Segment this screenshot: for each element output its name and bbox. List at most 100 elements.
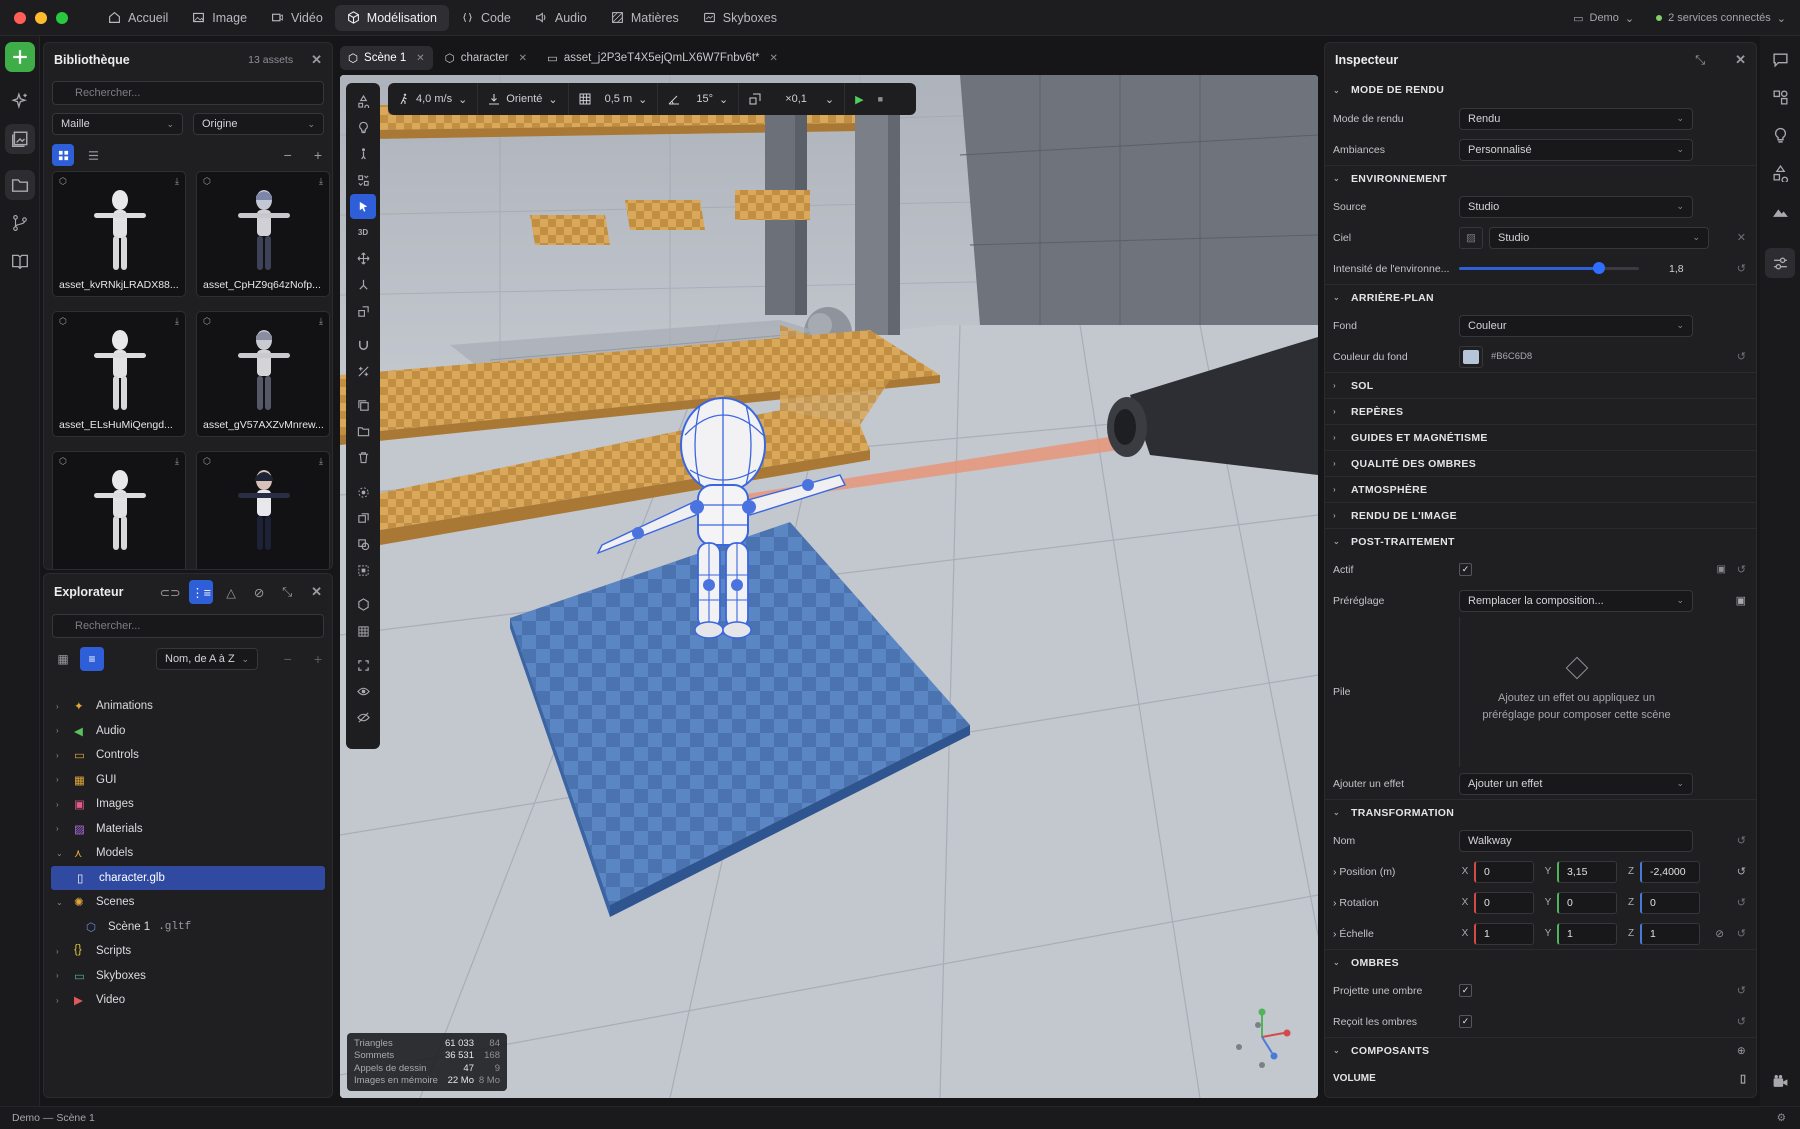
scale-y-input[interactable]: 1 [1557, 922, 1617, 945]
asset-card[interactable]: ⬡ ⤓ asset_ELsHuMiQengd... [52, 311, 186, 437]
tree-item[interactable]: ⌄ ⋏ Models [44, 841, 332, 866]
section-reperes[interactable]: › REPÈRES [1325, 398, 1756, 424]
nav-modelisation[interactable]: Modélisation [334, 4, 449, 31]
close-icon[interactable]: ✕ [519, 53, 527, 64]
scale-snap-dropdown[interactable]: ×0,1 ⌄ [739, 83, 846, 115]
angle-snap-dropdown[interactable]: 15° ⌄ [658, 83, 740, 115]
download-icon[interactable]: ⤓ [319, 456, 323, 467]
tree-item[interactable]: › ▣ Images [44, 792, 332, 817]
nav-accueil[interactable]: Accueil [96, 5, 180, 31]
color-swatch[interactable] [1459, 345, 1483, 368]
asset-card[interactable]: ⬡ ⤓ asset_kvRNkjLRADX88... [52, 171, 186, 297]
shapes-icon[interactable]: △ [221, 585, 241, 600]
reset-icon[interactable]: ↺ [1737, 350, 1746, 363]
download-icon[interactable]: ⤓ [175, 176, 179, 187]
slider-knob[interactable] [1593, 262, 1606, 274]
axes-tool[interactable] [350, 272, 376, 297]
section-components[interactable]: ⌄ COMPOSANTS ⊕ [1325, 1037, 1756, 1063]
reset-icon[interactable]: ↺ [1737, 834, 1746, 847]
zoom-window-button[interactable] [56, 11, 68, 24]
grid-toggle[interactable] [350, 619, 376, 644]
render-mode-dropdown[interactable]: Rendu ⌄ [1459, 107, 1693, 130]
close-icon[interactable]: ✕ [311, 584, 322, 600]
camera-button[interactable] [1765, 1066, 1795, 1096]
section-atmosphere[interactable]: › ATMOSPHÈRE [1325, 476, 1756, 502]
tab-asset[interactable]: ▭ asset_j2P3eT4X5ejQmLX6W7Fnbv6t* ✕ [539, 46, 786, 70]
scale-x-input[interactable]: 1 [1474, 922, 1534, 945]
grid-view-button[interactable]: ▦ [52, 652, 74, 666]
sky-dropdown[interactable]: Studio ⌄ [1489, 226, 1709, 249]
transform-tool[interactable] [350, 299, 376, 324]
settings-icon[interactable]: ⚙ [1777, 1112, 1786, 1124]
nav-matieres[interactable]: Matières [599, 5, 691, 31]
section-shadows[interactable]: ⌄ OMBRES [1325, 949, 1756, 975]
clear-icon[interactable]: ✕ [1737, 231, 1746, 244]
hide-tool[interactable] [350, 705, 376, 730]
cast-shadow-checkbox[interactable]: ✓ [1459, 984, 1472, 997]
visibility-tool[interactable] [350, 679, 376, 704]
zoom-in-button[interactable]: + [314, 147, 322, 163]
tree-item[interactable]: ⌄ ✺ Scenes [44, 890, 332, 915]
section-shadow-quality[interactable]: › QUALITÉ DES OMBRES [1325, 450, 1756, 476]
zoom-out-button[interactable]: − [284, 147, 292, 163]
lights-button[interactable] [1765, 120, 1795, 150]
asset-card[interactable]: ⬡ ⤓ asset_gV57AXZvMnrew... [196, 311, 330, 437]
reset-icon[interactable]: ↺ [1737, 984, 1746, 997]
asset-card[interactable]: ⬡ ⤓ [52, 451, 186, 569]
reset-icon[interactable]: ↺ [1737, 563, 1746, 576]
grid-size-dropdown[interactable]: 0,5 m ⌄ [569, 83, 659, 115]
download-icon[interactable]: ⤓ [319, 316, 323, 327]
trash-icon[interactable]: ▯ [1740, 1072, 1746, 1085]
bounds-tool[interactable] [350, 558, 376, 583]
nav-video[interactable]: Vidéo [259, 5, 335, 31]
rotation-y-input[interactable]: 0 [1557, 891, 1617, 914]
focus-tool[interactable] [350, 480, 376, 505]
tree-item[interactable]: › ▭ Skyboxes [44, 964, 332, 989]
light-tool[interactable] [350, 115, 376, 140]
position-y-input[interactable]: 3,15 [1557, 860, 1617, 883]
move-tool[interactable] [350, 246, 376, 271]
save-icon[interactable]: ▣ [1736, 594, 1746, 607]
eye-off-icon[interactable]: ⊘ [249, 585, 269, 600]
3d-viewport[interactable] [340, 75, 1318, 1098]
tree-item[interactable]: › ▦ GUI [44, 768, 332, 793]
asset-card[interactable]: ⬡ ⤓ [196, 451, 330, 569]
magnet-tool[interactable] [350, 333, 376, 358]
sort-dropdown[interactable]: Nom, de A à Z ⌄ [156, 648, 258, 670]
orientation-dropdown[interactable]: Orienté ⌄ [478, 83, 569, 115]
reset-icon[interactable]: ↺ [1737, 896, 1746, 909]
section-transform[interactable]: ⌄ TRANSFORMATION [1325, 799, 1756, 825]
docs-button[interactable] [5, 246, 35, 276]
close-icon[interactable]: ✕ [311, 52, 322, 68]
section-environment[interactable]: ⌄ ENVIRONNEMENT [1325, 165, 1756, 191]
section-render-mode[interactable]: ⌄ MODE DE RENDU [1325, 77, 1756, 103]
reset-icon[interactable]: ↺ [1737, 865, 1746, 878]
close-icon[interactable]: ✕ [770, 53, 778, 64]
close-icon[interactable]: ✕ [416, 53, 424, 64]
add-effect-dropdown[interactable]: Ajouter un effet ⌄ [1459, 772, 1693, 795]
collapse-icon[interactable]: ⤡ [1695, 53, 1705, 68]
tree-item[interactable]: ⬡ Scène 1 .gltf [44, 915, 332, 940]
nav-code[interactable]: Code [449, 5, 523, 31]
primitives-button[interactable] [1765, 158, 1795, 188]
explorer-button[interactable] [4, 170, 35, 200]
position-x-input[interactable]: 0 [1474, 860, 1534, 883]
3d-mode-toggle[interactable]: 3D [350, 220, 376, 245]
delete-tool[interactable] [350, 445, 376, 470]
section-image-render[interactable]: › RENDU DE L'IMAGE [1325, 502, 1756, 528]
remove-button[interactable]: − [284, 651, 292, 667]
receive-shadow-checkbox[interactable]: ✓ [1459, 1015, 1472, 1028]
components-tool[interactable] [350, 168, 376, 193]
grid-view-button[interactable] [52, 144, 74, 166]
character-tool[interactable] [350, 141, 376, 166]
download-icon[interactable]: ⤓ [319, 176, 323, 187]
unlink-icon[interactable]: ⊘ [1715, 928, 1724, 940]
assets-button[interactable] [1765, 82, 1795, 112]
section-background[interactable]: ⌄ ARRIÈRE-PLAN [1325, 284, 1756, 310]
chat-button[interactable] [1765, 44, 1795, 74]
add-button[interactable]: + [314, 651, 322, 667]
background-dropdown[interactable]: Couleur ⌄ [1459, 314, 1693, 337]
origin-filter-dropdown[interactable]: Origine ⌄ [193, 113, 324, 135]
nav-audio[interactable]: Audio [523, 5, 599, 31]
source-dropdown[interactable]: Studio ⌄ [1459, 195, 1693, 218]
